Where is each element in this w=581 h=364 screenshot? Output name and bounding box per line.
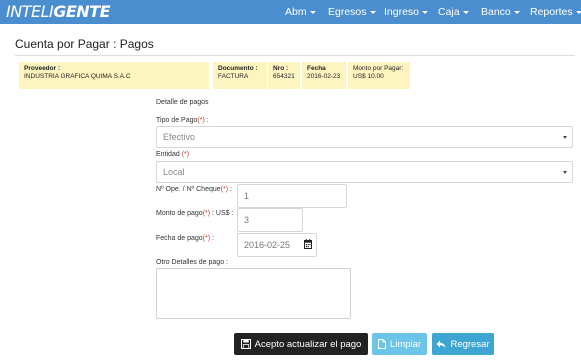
required-mark: (*) [202,210,211,217]
info-proveedor: Proveedor : INDUSTRIA GRAFICA QUIMA S.A.… [19,62,209,89]
info-fecha: Fecha 2016-02-23 [302,62,346,89]
documento-label: Documento : [218,65,258,72]
menu-reportes-label: Reportes [530,6,573,18]
menu-reportes[interactable]: Reportes [530,0,581,24]
caret-down-icon [513,10,520,14]
clear-button[interactable]: Limpiar [372,333,427,355]
page-title: Cuenta por Pagar : Pagos [15,37,154,51]
fecha-pago-input[interactable]: 2016-02-25 [237,233,317,257]
brand-text-part2: GENTE [53,2,110,21]
info-documento: Documento : FACTURA [213,62,267,89]
navbar: INTELIGENTE Abm Egresos Ingreso Caja Ban… [0,0,581,24]
nro-ope-label: Nº Ope. / Nº Cheque(*) : [156,186,232,193]
proveedor-value: INDUSTRIA GRAFICA QUIMA S.A.C [24,73,131,80]
nro-label: Nro : [273,65,289,72]
dropdown-arrow-icon [563,136,567,139]
entidad-value: Local [163,167,185,177]
tipo-pago-select[interactable]: Efectivo [156,126,573,148]
menu-abm-label: Abm [285,6,307,18]
fecha-pago-label-text: Fecha de pago [156,235,203,242]
menu-banco[interactable]: Banco [481,0,520,24]
monto-value: US$ 10.00 [353,73,384,80]
menu-ingreso[interactable]: Ingreso [384,0,429,24]
menu-abm[interactable]: Abm [285,0,316,24]
fecha-value: 2016-02-23 [307,73,341,80]
fecha-pago-label: Fecha de pago(*) : [156,235,214,242]
section-title: Detalle de pagos [156,99,209,106]
caret-down-icon [462,10,469,14]
menu-banco-label: Banco [481,6,511,18]
caret-down-icon [369,10,376,14]
calendar-icon[interactable] [304,239,312,249]
monto-pago-label-text: Monto de pago [156,210,203,217]
tipo-pago-label: Tipo de Pago(*) : [156,117,209,124]
otros-detalles-textarea[interactable] [156,268,351,319]
required-mark: (*) [181,151,190,158]
proveedor-label: Proveedor : [24,65,61,72]
nro-ope-label-suffix: : [228,186,232,193]
caret-down-icon [575,10,581,14]
otros-detalles-label: Otro Detalles de pago : [156,259,228,266]
reply-arrow-icon [436,340,446,348]
info-nro: Nro : 654321 [268,62,300,89]
info-monto: Monto por Pagar: US$ 10.00 [348,62,410,89]
title-divider [15,55,575,56]
menu-caja-label: Caja [438,6,460,18]
file-icon [377,339,386,349]
required-mark: (*) [202,235,211,242]
brand-text-part1: INTELI [6,2,54,21]
entidad-label: Entidad (*) [156,151,189,158]
monto-label: Monto por Pagar: [353,65,404,72]
entidad-label-text: Entidad [156,151,180,158]
monto-pago-label-suffix: : US$ : [210,210,234,217]
accept-update-button[interactable]: Acepto actualizar el pago [234,333,368,355]
menu-egresos[interactable]: Egresos [328,0,376,24]
monto-pago-label: Monto de pago(*) : US$ : [156,210,233,217]
nro-value: 654321 [273,73,295,80]
fecha-pago-value: 2016-02-25 [244,240,291,250]
fecha-pago-label-suffix: : [210,235,214,242]
tipo-pago-label-suffix: : [204,117,209,124]
tipo-pago-value: Efectivo [163,132,196,142]
required-mark: (*) [197,117,205,124]
menu-caja[interactable]: Caja [438,0,469,24]
fecha-label: Fecha [307,65,326,72]
menu-ingreso-label: Ingreso [384,6,420,18]
entidad-select[interactable]: Local [156,161,573,183]
caret-down-icon [422,10,429,14]
tipo-pago-label-text: Tipo de Pago [156,117,198,124]
brand-logo[interactable]: INTELIGENTE [6,2,110,22]
back-button[interactable]: Regresar [432,333,494,355]
back-label: Regresar [450,338,490,350]
nro-ope-input[interactable]: 1 [237,184,347,208]
monto-pago-input[interactable]: 3 [237,208,303,232]
required-mark: (*) [220,186,229,193]
save-icon [240,339,251,349]
dropdown-arrow-icon [563,171,567,174]
nro-ope-label-text: Nº Ope. / Nº Cheque [156,186,221,193]
accept-update-label: Acepto actualizar el pago [254,338,362,350]
caret-down-icon [309,10,316,14]
documento-value: FACTURA [218,73,249,80]
clear-label: Limpiar [389,338,422,350]
menu-egresos-label: Egresos [328,6,367,18]
